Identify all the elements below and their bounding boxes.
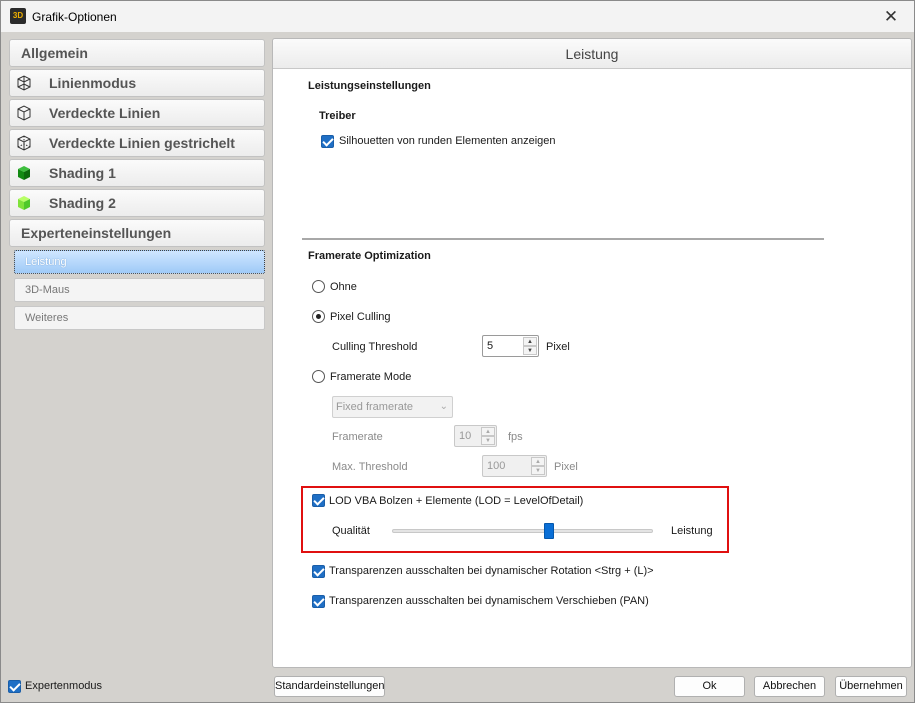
defaults-button[interactable]: Standardeinstellungen	[274, 676, 385, 697]
lod-checkbox[interactable]	[312, 494, 325, 507]
nav-verdeckte-linien[interactable]: Verdeckte Linien	[9, 99, 265, 127]
window-title: Grafik-Optionen	[32, 10, 117, 24]
transparency-pan-label: Transparenzen ausschalten bei dynamische…	[329, 595, 649, 607]
nav-label: Weiteres	[25, 312, 69, 324]
nav-label: 3D-Maus	[25, 284, 70, 296]
expert-mode-checkbox[interactable]	[8, 680, 21, 693]
nav-leistung[interactable]: Leistung	[14, 250, 265, 274]
nav-shading-2[interactable]: Shading 2	[9, 189, 265, 217]
bright-green-cube-icon	[14, 193, 34, 213]
framerate-stepper[interactable]: 10 ▲ ▼	[454, 425, 497, 447]
nav-label: Leistung	[25, 256, 67, 268]
max-threshold-stepper[interactable]: 100 ▲ ▼	[482, 455, 547, 477]
radio-framerate-mode-label: Framerate Mode	[330, 371, 412, 383]
nav-label: Verdeckte Linien	[49, 105, 161, 121]
radio-ohne-label: Ohne	[330, 281, 357, 293]
section-title: Leistungseinstellungen	[308, 80, 431, 92]
radio-pixel-culling-label: Pixel Culling	[330, 311, 391, 323]
framerate-group-title: Framerate Optimization	[308, 250, 431, 262]
nav-experteneinstellungen[interactable]: Experteneinstellungen	[9, 219, 265, 247]
max-threshold-unit-label: Pixel	[554, 461, 578, 473]
stepper-up-icon[interactable]: ▲	[523, 337, 537, 346]
stepper-down-icon[interactable]: ▼	[531, 466, 545, 475]
nav-weiteres[interactable]: Weiteres	[14, 306, 265, 330]
hidden-lines-cube-icon	[14, 103, 34, 123]
driver-group-title: Treiber	[319, 110, 356, 122]
nav-linienmodus[interactable]: Linienmodus	[9, 69, 265, 97]
close-button[interactable]: ✕	[868, 1, 914, 32]
wireframe-cube-icon	[14, 73, 34, 93]
chevron-down-icon: ⌄	[439, 401, 448, 412]
nav-shading-1[interactable]: Shading 1	[9, 159, 265, 187]
stepper-down-icon[interactable]: ▼	[481, 436, 495, 445]
culling-unit-label: Pixel	[546, 341, 570, 353]
nav-label: Linienmodus	[49, 75, 137, 91]
shaded-green-cube-icon	[14, 163, 34, 183]
panel-title: Leistung	[273, 39, 911, 69]
nav-label: Verdeckte Linien gestrichelt	[49, 135, 235, 151]
dialog-window: 3D Grafik-Optionen ✕ Allgemein Linienmod…	[0, 0, 915, 703]
performance-label: Leistung	[671, 525, 713, 537]
radio-framerate-mode[interactable]	[312, 370, 325, 383]
nav-label: Shading 2	[49, 195, 116, 211]
culling-threshold-value: 5	[487, 340, 494, 352]
fps-unit-label: fps	[508, 431, 523, 443]
lod-slider-thumb[interactable]	[543, 523, 554, 539]
framerate-mode-select[interactable]: Fixed framerate ⌄	[332, 396, 453, 418]
stepper-down-icon[interactable]: ▼	[523, 346, 537, 355]
silhouette-label: Silhouetten von runden Elementen anzeige…	[339, 135, 556, 147]
expert-mode-label: Expertenmodus	[25, 680, 103, 692]
nav-label: Experteneinstellungen	[21, 225, 172, 241]
culling-threshold-label: Culling Threshold	[332, 341, 418, 353]
transparency-pan-checkbox[interactable]	[312, 595, 325, 608]
stepper-up-icon[interactable]: ▲	[531, 457, 545, 466]
culling-threshold-stepper[interactable]: 5 ▲ ▼	[482, 335, 539, 357]
nav-verdeckte-linien-gestrichelt[interactable]: Verdeckte Linien gestrichelt	[9, 129, 265, 157]
ok-button[interactable]: Ok	[674, 676, 745, 697]
apply-button[interactable]: Übernehmen	[835, 676, 907, 697]
framerate-value: 10	[459, 430, 472, 442]
quality-label: Qualität	[332, 525, 370, 537]
nav-3d-maus[interactable]: 3D-Maus	[14, 278, 265, 302]
transparency-rotation-label: Transparenzen ausschalten bei dynamische…	[329, 565, 654, 577]
max-threshold-label: Max. Threshold	[332, 461, 408, 473]
lod-label: LOD VBA Bolzen + Elemente (LOD = LevelOf…	[329, 495, 584, 507]
title-bar: 3D Grafik-Optionen ✕	[1, 1, 914, 32]
stepper-up-icon[interactable]: ▲	[481, 427, 495, 436]
transparency-rotation-checkbox[interactable]	[312, 565, 325, 578]
nav-allgemein[interactable]: Allgemein	[9, 39, 265, 67]
nav-label: Allgemein	[21, 45, 88, 61]
radio-pixel-culling[interactable]	[312, 310, 325, 323]
max-threshold-value: 100	[487, 460, 506, 472]
section-divider	[302, 238, 824, 240]
nav-label: Shading 1	[49, 165, 116, 181]
framerate-mode-value: Fixed framerate	[336, 401, 414, 413]
cancel-button[interactable]: Abbrechen	[754, 676, 825, 697]
close-icon: ✕	[883, 6, 899, 26]
silhouette-checkbox[interactable]	[321, 135, 334, 148]
lod-slider-track[interactable]	[392, 529, 653, 533]
radio-ohne[interactable]	[312, 280, 325, 293]
dashed-hidden-lines-cube-icon	[14, 133, 34, 153]
framerate-label: Framerate	[332, 431, 383, 443]
app-logo-icon: 3D	[10, 8, 26, 24]
